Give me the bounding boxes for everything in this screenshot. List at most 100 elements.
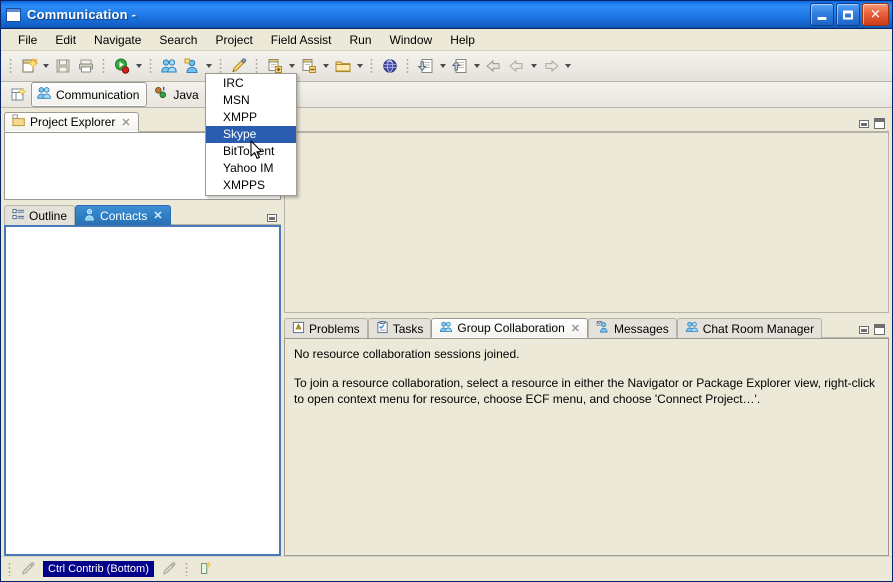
status-bar: Ctrl Contrib (Bottom) bbox=[1, 556, 892, 581]
close-icon[interactable]: ✕ bbox=[121, 116, 130, 129]
perspective-java[interactable]: Java bbox=[149, 83, 205, 106]
status-grip-2[interactable] bbox=[183, 562, 190, 576]
menu-project[interactable]: Project bbox=[206, 31, 261, 49]
maximize-editor-icon[interactable] bbox=[874, 118, 885, 129]
perspective-java-label: Java bbox=[173, 87, 199, 102]
next-dropdown-arrow[interactable] bbox=[563, 55, 573, 77]
menu-item-xmpp[interactable]: XMPP bbox=[206, 109, 296, 126]
menu-file[interactable]: File bbox=[9, 31, 46, 49]
collaboration-line-1: No resource collaboration sessions joine… bbox=[294, 347, 520, 361]
maximize-view-icon[interactable] bbox=[874, 324, 885, 335]
import-icon[interactable] bbox=[415, 55, 437, 77]
save-icon[interactable] bbox=[52, 55, 74, 77]
perspective-communication-label: Communication bbox=[56, 87, 140, 102]
new-file-icon[interactable] bbox=[18, 55, 40, 77]
chat-room-manager-icon bbox=[685, 320, 699, 337]
tab-chat-room-manager[interactable]: Chat Room Manager bbox=[676, 318, 823, 338]
new-folder-dropdown-arrow[interactable] bbox=[355, 55, 365, 77]
contacts-list[interactable] bbox=[4, 225, 281, 556]
tab-outline[interactable]: Outline bbox=[4, 205, 76, 225]
protocol-dropdown-menu[interactable]: IRC MSN XMPP Skype BitTorrent Yahoo IM X… bbox=[205, 73, 297, 196]
minimize-editor-icon[interactable] bbox=[859, 119, 869, 128]
pencil-disabled-icon-2[interactable] bbox=[158, 558, 180, 580]
globe-icon[interactable] bbox=[379, 55, 401, 77]
group-users-icon[interactable] bbox=[158, 55, 180, 77]
menu-run[interactable]: Run bbox=[340, 31, 380, 49]
user-connect-icon[interactable] bbox=[181, 55, 203, 77]
mouse-cursor bbox=[250, 140, 264, 164]
new-folder-file-icon[interactable] bbox=[298, 55, 320, 77]
title-bar: Communication - ✕ bbox=[1, 1, 892, 29]
new-file-dropdown-arrow[interactable] bbox=[41, 55, 51, 77]
tab-chat-room-manager-label: Chat Room Manager bbox=[702, 321, 815, 336]
run-dropdown-arrow[interactable] bbox=[134, 55, 144, 77]
menu-search[interactable]: Search bbox=[150, 31, 206, 49]
tab-messages[interactable]: Messages bbox=[588, 318, 677, 338]
menu-help[interactable]: Help bbox=[441, 31, 484, 49]
toolbar-grip-7[interactable] bbox=[405, 57, 411, 75]
pencil-disabled-icon[interactable] bbox=[17, 558, 39, 580]
new-folder-file-dropdown-arrow[interactable] bbox=[321, 55, 331, 77]
tasks-icon bbox=[376, 320, 389, 337]
minimize-button[interactable] bbox=[810, 3, 834, 26]
menu-item-xmpps[interactable]: XMPPS bbox=[206, 177, 296, 194]
tab-group-collaboration[interactable]: Group Collaboration ✕ bbox=[431, 318, 588, 338]
new-folder-icon[interactable] bbox=[332, 55, 354, 77]
tab-contacts[interactable]: Contacts ✕ bbox=[75, 205, 171, 225]
tab-tasks-label: Tasks bbox=[392, 321, 424, 336]
minimize-view-icon-2[interactable] bbox=[267, 214, 277, 222]
java-perspective-icon bbox=[153, 85, 169, 104]
bottom-pane-controls bbox=[859, 324, 885, 335]
back-left-icon[interactable] bbox=[483, 55, 505, 77]
tabfill-2 bbox=[170, 204, 281, 225]
export-icon[interactable] bbox=[449, 55, 471, 77]
menu-edit[interactable]: Edit bbox=[46, 31, 85, 49]
status-ctrl-contrib[interactable]: Ctrl Contrib (Bottom) bbox=[43, 561, 154, 577]
tab-tasks[interactable]: Tasks bbox=[367, 318, 432, 338]
perspective-communication[interactable]: Communication bbox=[31, 82, 148, 107]
menu-item-irc[interactable]: IRC bbox=[206, 75, 296, 92]
application-window: Communication - ✕ File Edit Navigate Sea… bbox=[0, 0, 893, 582]
export-dropdown-arrow[interactable] bbox=[472, 55, 482, 77]
window-controls: ✕ bbox=[810, 3, 889, 26]
contacts-icon bbox=[83, 208, 96, 224]
next-arrow-icon[interactable] bbox=[540, 55, 562, 77]
main-toolbar bbox=[1, 51, 892, 82]
bottom-pane: Problems Tasks Group Collaboration ✕ Mes… bbox=[284, 316, 889, 556]
perspective-bar: Communication Java bbox=[1, 82, 892, 108]
menu-window[interactable]: Window bbox=[381, 31, 442, 49]
editor-tabrow bbox=[284, 110, 889, 132]
menu-field-assist[interactable]: Field Assist bbox=[262, 31, 341, 49]
run-icon[interactable] bbox=[111, 55, 133, 77]
contacts-tabrow: Outline Contacts ✕ bbox=[4, 203, 281, 225]
contacts-controls bbox=[267, 214, 277, 222]
problems-icon bbox=[292, 321, 305, 337]
maximize-button[interactable] bbox=[836, 3, 860, 26]
tab-messages-label: Messages bbox=[614, 321, 669, 336]
import-dropdown-arrow[interactable] bbox=[438, 55, 448, 77]
tab-contacts-label: Contacts bbox=[100, 208, 148, 223]
previous-dropdown-arrow[interactable] bbox=[529, 55, 539, 77]
toolbar-grip-3[interactable] bbox=[148, 57, 154, 75]
group-collaboration-content[interactable]: No resource collaboration sessions joine… bbox=[284, 338, 889, 556]
status-grip[interactable] bbox=[7, 562, 13, 576]
minimize-view-icon-3[interactable] bbox=[859, 325, 869, 334]
toolbar-grip[interactable] bbox=[8, 57, 14, 75]
tab-project-explorer[interactable]: Project Explorer ✕ bbox=[4, 112, 139, 132]
tab-problems[interactable]: Problems bbox=[284, 318, 368, 338]
menu-navigate[interactable]: Navigate bbox=[85, 31, 150, 49]
open-perspective-icon[interactable] bbox=[7, 84, 29, 106]
menu-item-msn[interactable]: MSN bbox=[206, 92, 296, 109]
print-icon[interactable] bbox=[75, 55, 97, 77]
collaboration-message: No resource collaboration sessions joine… bbox=[285, 339, 888, 555]
editor-content[interactable] bbox=[284, 132, 889, 313]
contacts-pane: Outline Contacts ✕ bbox=[4, 203, 281, 556]
close-icon[interactable]: ✕ bbox=[153, 209, 162, 222]
group-collaboration-icon bbox=[439, 320, 453, 337]
previous-arrow-icon[interactable] bbox=[506, 55, 528, 77]
close-icon[interactable]: ✕ bbox=[571, 322, 580, 335]
close-button[interactable]: ✕ bbox=[862, 3, 889, 26]
toolbar-grip-6[interactable] bbox=[369, 57, 375, 75]
toolbar-grip-2[interactable] bbox=[101, 57, 107, 75]
insert-mode-icon[interactable] bbox=[194, 558, 216, 580]
